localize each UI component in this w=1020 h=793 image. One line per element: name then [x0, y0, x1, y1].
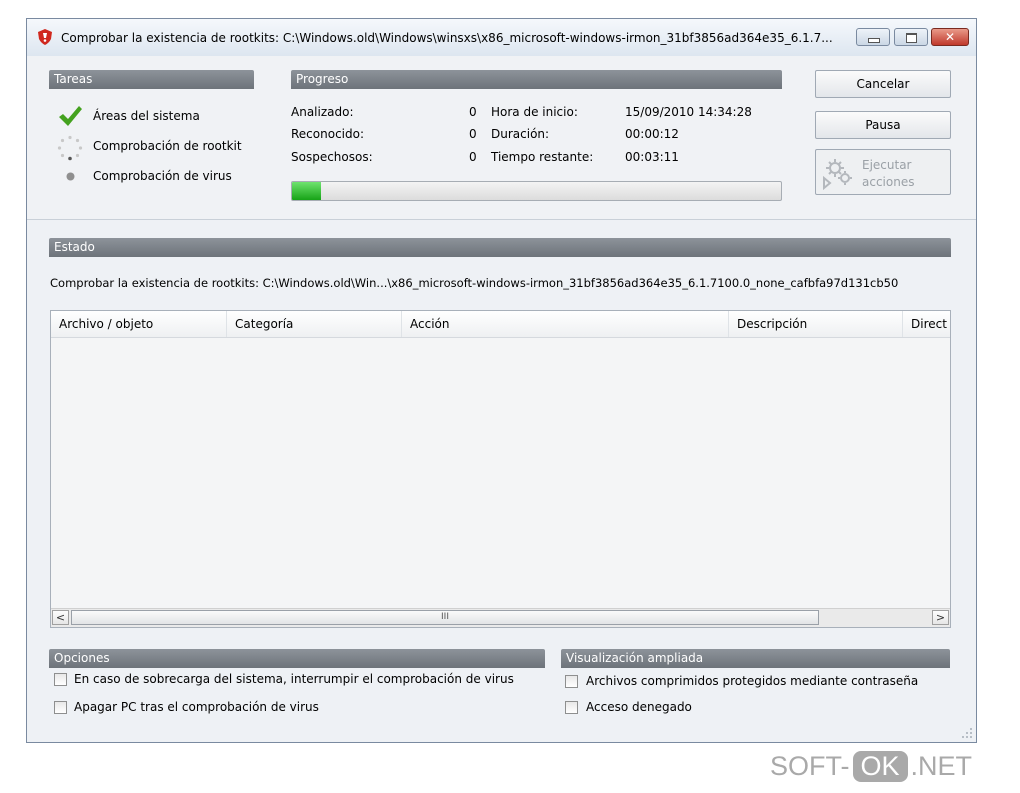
- time-value-start: 15/09/2010 14:34:28: [625, 105, 752, 119]
- task-label-virus: Comprobación de virus: [93, 169, 232, 183]
- time-label-start: Hora de inicio:: [491, 105, 578, 119]
- run-actions-label-2: acciones: [862, 175, 915, 189]
- gears-icon: [823, 159, 852, 190]
- pending-dot-icon: [66, 172, 75, 181]
- access-denied-checkbox[interactable]: [565, 701, 578, 714]
- task-label-system: Áreas del sistema: [93, 109, 200, 123]
- watermark-left: SOFT-: [770, 751, 850, 781]
- overload-interrupt-checkbox[interactable]: [54, 673, 67, 686]
- minimize-icon: [868, 38, 880, 43]
- column-header-category[interactable]: Categoría: [227, 311, 402, 337]
- pause-button[interactable]: Pausa: [815, 111, 951, 139]
- window-title: Comprobar la existencia de rootkits: C:\…: [61, 31, 833, 45]
- stat-label-analyzed: Analizado:: [291, 105, 354, 119]
- close-button[interactable]: ✕: [931, 28, 969, 46]
- cancel-button[interactable]: Cancelar: [815, 70, 951, 98]
- maximize-button[interactable]: [894, 28, 928, 46]
- spinner-icon: [57, 135, 83, 161]
- run-actions-button[interactable]: Ejecutar acciones: [815, 149, 951, 195]
- progress-header: Progreso: [291, 70, 782, 89]
- time-value-duration: 00:00:12: [625, 127, 679, 141]
- task-label-rootkit: Comprobación de rootkit: [93, 139, 242, 153]
- password-archives-checkbox[interactable]: [565, 675, 578, 688]
- time-label-duration: Duración:: [491, 127, 550, 141]
- watermark: SOFT- OK .NET: [770, 751, 972, 782]
- shutdown-pc-checkbox[interactable]: [54, 701, 67, 714]
- stat-value-recognized: 0: [469, 127, 477, 141]
- title-bar[interactable]: Comprobar la existencia de rootkits: C:\…: [27, 19, 976, 57]
- time-value-remaining: 00:03:11: [625, 150, 679, 164]
- stat-label-suspicious: Sospechosos:: [291, 150, 373, 164]
- scroll-right-button[interactable]: >: [932, 610, 949, 625]
- stat-value-suspicious: 0: [469, 150, 477, 164]
- resize-grip-icon[interactable]: [962, 728, 972, 738]
- tasks-header: Tareas: [49, 70, 254, 89]
- results-table[interactable]: Archivo / objeto Categoría Acción Descri…: [50, 310, 951, 628]
- access-denied-label[interactable]: Acceso denegado: [586, 700, 692, 714]
- scroll-left-button[interactable]: <: [52, 610, 69, 625]
- stat-value-analyzed: 0: [469, 105, 477, 119]
- maximize-icon: [906, 33, 917, 43]
- minimize-button[interactable]: [856, 28, 890, 46]
- extended-view-header: Visualización ampliada: [561, 649, 950, 668]
- shield-icon: [38, 29, 52, 45]
- password-archives-label[interactable]: Archivos comprimidos protegidos mediante…: [586, 674, 918, 688]
- progress-fill: [292, 182, 322, 200]
- column-header-directory[interactable]: Direct: [903, 311, 950, 337]
- watermark-ok: OK: [852, 751, 908, 782]
- column-header-object[interactable]: Archivo / objeto: [51, 311, 227, 337]
- shutdown-pc-label[interactable]: Apagar PC tras el comprobación de virus: [74, 700, 319, 714]
- stat-label-recognized: Reconocido:: [291, 127, 365, 141]
- checkmark-icon: [59, 106, 82, 126]
- status-header: Estado: [49, 238, 951, 257]
- horizontal-scrollbar[interactable]: < III >: [51, 608, 950, 627]
- scroll-thumb[interactable]: III: [71, 610, 819, 625]
- time-label-remaining: Tiempo restante:: [491, 150, 594, 164]
- overload-interrupt-label[interactable]: En caso de sobrecarga del sistema, inter…: [74, 672, 514, 686]
- column-header-action[interactable]: Acción: [402, 311, 729, 337]
- scan-progress-bar: [291, 181, 782, 201]
- close-icon: ✕: [944, 30, 956, 44]
- run-actions-label-1: Ejecutar: [862, 158, 912, 172]
- status-text: Comprobar la existencia de rootkits: C:\…: [50, 276, 899, 290]
- column-header-description[interactable]: Descripción: [729, 311, 903, 337]
- table-header: Archivo / objeto Categoría Acción Descri…: [51, 311, 950, 338]
- top-pane: Tareas Áreas del sistema Comprobación de…: [27, 56, 976, 220]
- options-header: Opciones: [49, 649, 545, 668]
- scan-window: Comprobar la existencia de rootkits: C:\…: [26, 18, 977, 743]
- watermark-right: .NET: [910, 751, 973, 781]
